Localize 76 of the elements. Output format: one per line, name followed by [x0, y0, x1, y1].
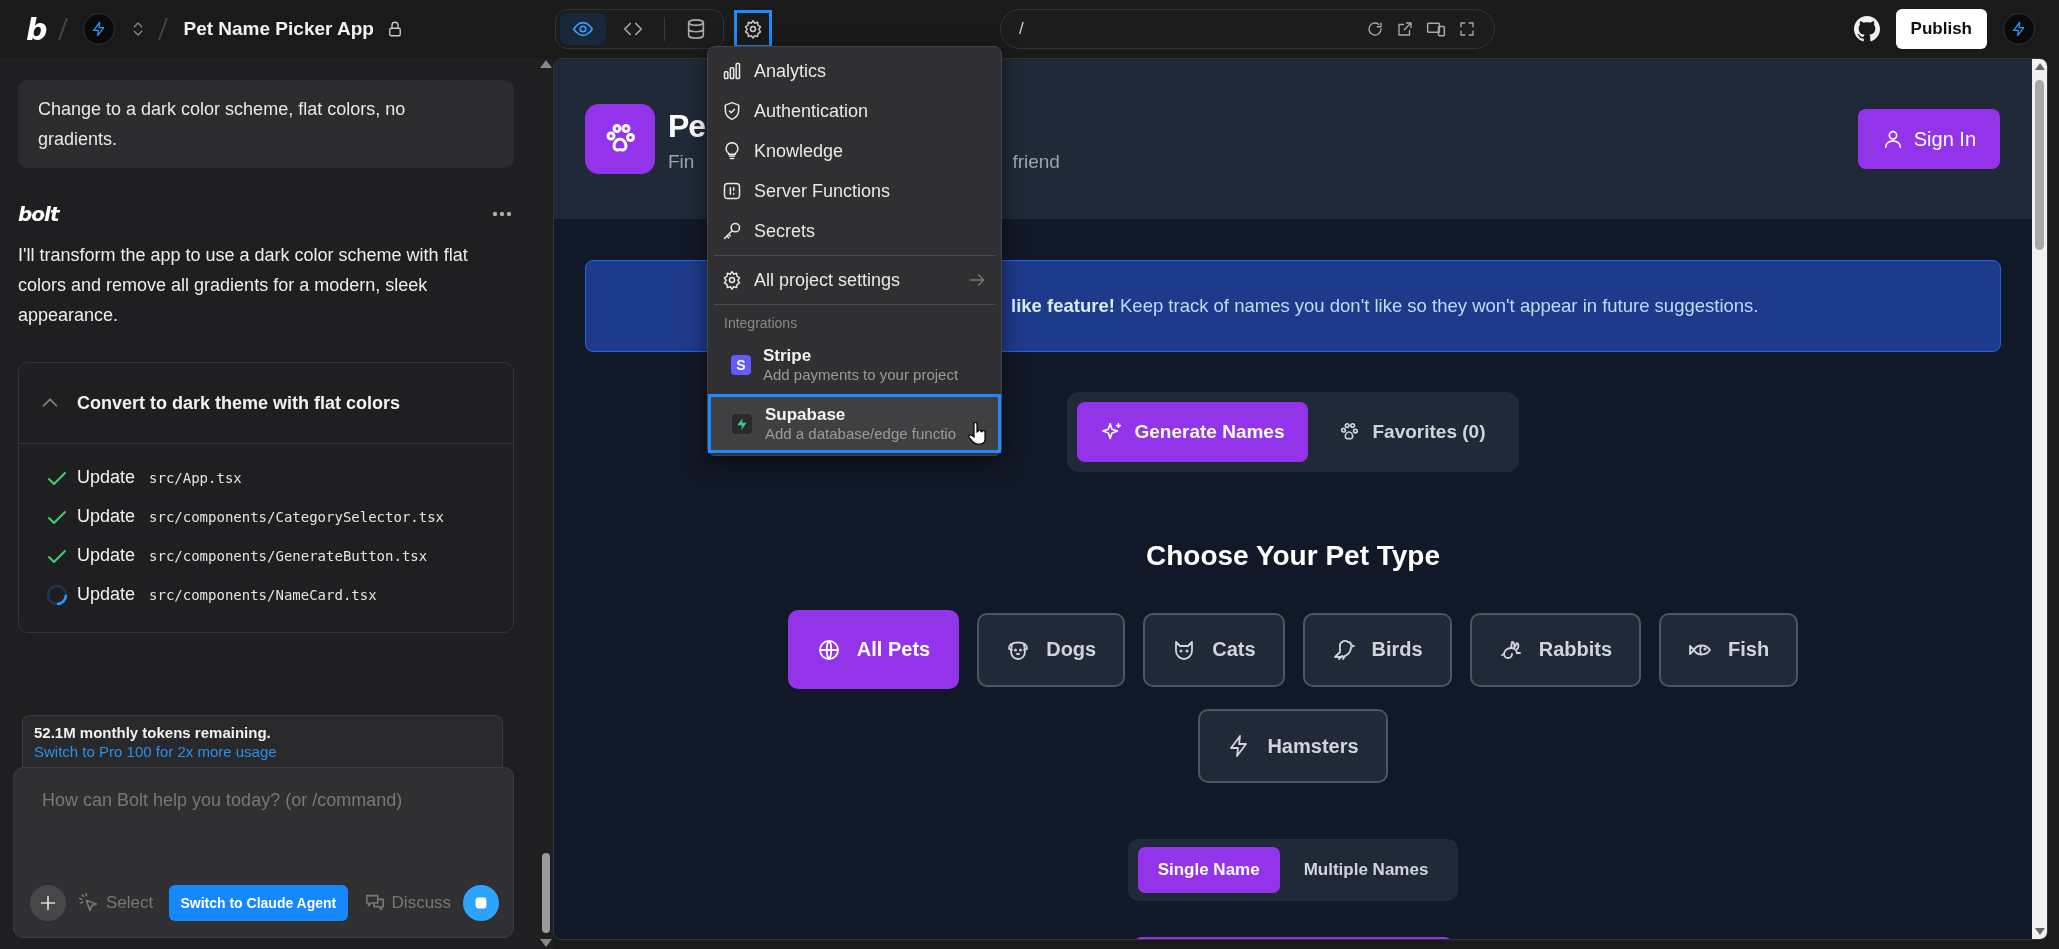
- github-icon[interactable]: [1853, 16, 1880, 42]
- section-label: Integrations: [723, 314, 799, 333]
- menu-item[interactable]: Authentication: [708, 91, 1001, 131]
- view-tab[interactable]: [560, 13, 606, 45]
- step-action: Update: [77, 584, 136, 605]
- banner-text: like feature! Keep track of names you don't like so they won't appear in future suggestions.: [1011, 295, 1759, 317]
- bolt-project-icon[interactable]: [83, 13, 116, 45]
- usage-text: 52.1M monthly tokens remaining.: [34, 724, 272, 741]
- task-header[interactable]: Convert to dark theme with flat colors: [19, 363, 513, 443]
- app-logo[interactable]: b: [26, 11, 46, 47]
- pet-type-button[interactable]: Dogs: [977, 612, 1126, 687]
- stop-button[interactable]: [463, 885, 499, 921]
- user-message: Change to a dark color scheme, flat colors, no gradients.: [18, 80, 514, 168]
- switch-agent-button[interactable]: Switch to Claude Agent: [169, 885, 348, 921]
- assistant-name: bolt: [18, 202, 59, 226]
- step-action: Update: [77, 545, 136, 566]
- stripe-logo: S: [731, 354, 751, 375]
- bolt-icon: [2011, 21, 2027, 37]
- file-path: src/App.tsx: [149, 469, 242, 486]
- devices-icon[interactable]: [1426, 19, 1446, 39]
- step-action: Update: [77, 467, 136, 488]
- name-mode-tab[interactable]: Single Name: [1137, 847, 1280, 893]
- breadcrumb-separator: [57, 16, 70, 42]
- supabase-logo: [731, 412, 753, 435]
- url-bar[interactable]: /: [1000, 9, 1495, 49]
- view-tab[interactable]: Favorites (0): [1314, 402, 1510, 462]
- step-action: Update: [77, 506, 136, 527]
- settings-icon: [743, 19, 763, 39]
- app-title: Pe: [668, 107, 706, 146]
- name-mode-tab[interactable]: Multiple Names: [1283, 847, 1449, 893]
- pet-type-button[interactable]: Fish: [1659, 612, 1799, 687]
- menu-item[interactable]: Secrets: [708, 211, 1001, 251]
- app-subtitle: Fin: [668, 151, 695, 173]
- pet-type-button[interactable]: Hamsters: [1198, 709, 1388, 783]
- scrollbar[interactable]: [539, 58, 553, 949]
- globe-icon: [816, 637, 841, 662]
- app-subtitle: friend: [1012, 151, 1060, 173]
- menu-item[interactable]: Knowledge: [708, 131, 1001, 171]
- key-icon: [722, 221, 742, 241]
- pointer-icon: [77, 892, 100, 914]
- paw-icon: [1338, 421, 1361, 443]
- file-path: src/components/NameCard.tsx: [149, 586, 377, 603]
- shield-check-icon: [722, 101, 742, 121]
- file-path: src/components/CategorySelector.tsx: [149, 508, 445, 525]
- view-tab[interactable]: Generate Names: [1076, 402, 1309, 462]
- menu-item[interactable]: All project settings: [708, 260, 1001, 300]
- integration-item[interactable]: S Stripe Add payments to your project: [710, 335, 999, 394]
- sign-in-button[interactable]: Sign In: [1857, 109, 2000, 169]
- bolt-account-icon[interactable]: [2003, 13, 2035, 45]
- breadcrumb-separator: [157, 16, 170, 42]
- pet-type-button[interactable]: All Pets: [787, 610, 960, 689]
- lightbulb-icon: [722, 141, 742, 161]
- hand-cursor-icon: [968, 422, 988, 446]
- pet-type-button[interactable]: Rabbits: [1469, 612, 1642, 687]
- database-icon: [685, 18, 707, 40]
- scrollbar[interactable]: [2032, 59, 2047, 939]
- fullscreen-icon[interactable]: [1458, 20, 1476, 38]
- functions-icon: [722, 181, 742, 201]
- prompt-field[interactable]: How can Bolt help you today? (or /command) Select Switch to Claude Agent Discuss: [13, 767, 514, 938]
- upgrade-link[interactable]: Switch to Pro 100 for 2x more usage: [34, 743, 277, 760]
- reload-icon[interactable]: [1366, 20, 1384, 38]
- menu-item[interactable]: Server Functions: [708, 171, 1001, 211]
- external-link-icon[interactable]: [1396, 20, 1414, 38]
- section-heading: Choose Your Pet Type: [1145, 540, 1441, 572]
- assistant-message: I'll transform the app to use a dark color scheme with flat colors and remove all gradients for a modern, sleek appearance.: [18, 244, 469, 327]
- add-button[interactable]: [30, 885, 66, 921]
- bird-icon: [1331, 637, 1356, 662]
- integration-item[interactable]: Supabase Add a database/edge functio: [708, 394, 1001, 453]
- pet-type-button[interactable]: Cats: [1143, 612, 1285, 687]
- menu-item[interactable]: Analytics: [708, 51, 1001, 91]
- bar-chart-icon: [722, 61, 742, 81]
- file-path: src/components/GenerateButton.tsx: [149, 547, 428, 564]
- pet-type-button[interactable]: Birds: [1302, 612, 1452, 687]
- settings-icon: [722, 270, 742, 290]
- publish-button[interactable]: Publish: [1895, 9, 1987, 49]
- project-title: Pet Name Picker App: [183, 18, 374, 40]
